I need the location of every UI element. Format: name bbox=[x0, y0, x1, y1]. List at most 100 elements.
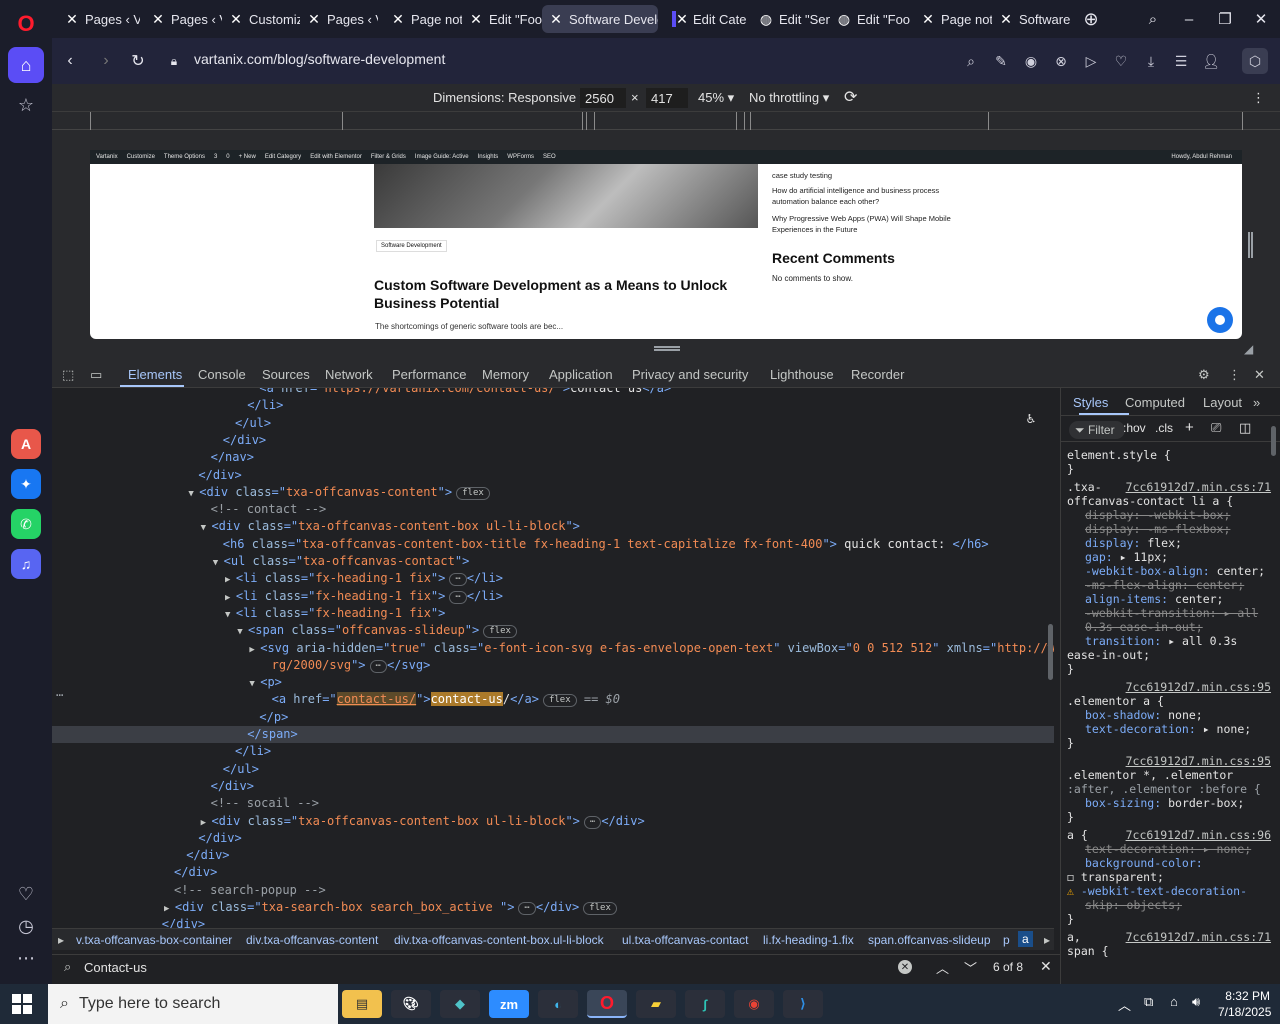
close-devtools-icon[interactable]: ✕ bbox=[1254, 367, 1265, 383]
property-name[interactable]: box-sizing: bbox=[1085, 796, 1168, 810]
tab[interactable]: ◍ Edit "Sen bbox=[752, 5, 830, 33]
file-explorer-icon[interactable]: ▤ bbox=[342, 990, 382, 1018]
paint-icon[interactable]: ⎚ bbox=[1211, 420, 1221, 436]
throttling-dropdown[interactable]: No throttling ▾ bbox=[749, 90, 829, 106]
close-window-button[interactable]: ✕ bbox=[1246, 6, 1276, 32]
resize-handle-right[interactable] bbox=[1248, 232, 1253, 258]
property-value[interactable]: ▸ 11px; bbox=[1120, 550, 1168, 564]
tab-layout[interactable]: Layout bbox=[1203, 395, 1242, 410]
expand-toggle-icon[interactable]: ▼ bbox=[188, 489, 199, 499]
find-previous-icon[interactable]: ︿ bbox=[936, 958, 949, 977]
tab-computed[interactable]: Computed bbox=[1125, 395, 1185, 410]
recent-post-link[interactable]: Why Progressive Web Apps (PWA) Will Shap… bbox=[772, 213, 972, 235]
property-value[interactable]: ▸ all 0.3s bbox=[1168, 634, 1237, 648]
send-icon[interactable]: ▷ bbox=[1080, 50, 1102, 72]
hov-toggle[interactable]: :hov bbox=[1123, 421, 1146, 435]
reload-button[interactable]: ↻ bbox=[125, 48, 151, 74]
breadcrumb-item[interactable]: div.txa-offcanvas-content bbox=[246, 933, 378, 947]
expand-toggle-icon[interactable]: ▼ bbox=[213, 558, 224, 568]
property-value[interactable]: ease-in-out; bbox=[1067, 648, 1150, 662]
search-page-icon[interactable]: ⌕ bbox=[960, 50, 982, 72]
post-thumbnail[interactable] bbox=[374, 164, 758, 228]
overridden-text[interactable]: display: -ms-flexbox; bbox=[1085, 522, 1230, 536]
maximize-button[interactable]: ❐ bbox=[1210, 6, 1240, 32]
rotate-icon[interactable]: ⟳ bbox=[844, 87, 857, 107]
aria-icon[interactable]: A bbox=[11, 429, 41, 459]
property-value[interactable]: border-box; bbox=[1168, 796, 1244, 810]
styles-scrollbar[interactable] bbox=[1271, 426, 1276, 456]
download-icon[interactable]: ⤓ bbox=[1140, 50, 1162, 72]
zoom-dropdown[interactable]: 45% ▾ bbox=[698, 90, 734, 106]
tab-sources[interactable]: Sources bbox=[262, 367, 310, 382]
expand-toggle-icon[interactable]: ▶ bbox=[225, 593, 236, 603]
more-actions-icon[interactable]: ⋯ bbox=[56, 688, 63, 702]
property-value[interactable]: ▸ none; bbox=[1203, 722, 1251, 736]
dom-node-line[interactable]: </div> bbox=[52, 778, 1054, 795]
more-tabs-icon[interactable]: » bbox=[1253, 395, 1260, 410]
property-name[interactable]: align-items: bbox=[1085, 592, 1175, 606]
dom-node-line[interactable]: </ul> bbox=[52, 761, 1054, 778]
stylesheet-link[interactable]: 7cc61912d7.min.css:71 bbox=[1126, 480, 1271, 494]
device-toggle-icon[interactable]: ▭ bbox=[90, 367, 102, 383]
chat-widget-icon[interactable] bbox=[1207, 307, 1233, 333]
more-icon[interactable]: ⋯ bbox=[8, 940, 44, 976]
search-tabs-icon[interactable]: ⌕ bbox=[1138, 6, 1168, 32]
home-icon[interactable]: ⌂ bbox=[8, 47, 44, 83]
category-badge[interactable]: Software Development bbox=[376, 240, 447, 252]
easy-setup-icon[interactable]: ☰ bbox=[1170, 50, 1192, 72]
dom-node-line[interactable]: ▶ <div class="txa-offcanvas-content-box … bbox=[52, 813, 1054, 830]
dom-node-line[interactable]: </nav> bbox=[52, 449, 1054, 466]
height-input[interactable]: 417 bbox=[646, 88, 688, 108]
clock[interactable]: 8:32 PM 7/18/2025 bbox=[1218, 988, 1271, 1020]
dom-node-line[interactable]: </div> bbox=[52, 916, 1054, 928]
breadcrumb-item-selected[interactable]: a bbox=[1018, 931, 1033, 947]
layout-badge[interactable]: flex bbox=[542, 694, 577, 708]
inspect-element-icon[interactable]: ⬚ bbox=[62, 367, 74, 383]
vscode-icon[interactable]: ⟩ bbox=[783, 990, 823, 1018]
heart-icon[interactable]: ♡ bbox=[1110, 50, 1132, 72]
settings-icon[interactable]: ⚙ bbox=[1198, 367, 1210, 383]
property-value[interactable]: none; bbox=[1168, 708, 1203, 722]
dom-node-line[interactable]: rg/2000/svg"> ⋯ </svg> bbox=[52, 657, 1054, 674]
dom-node-line[interactable]: <!-- contact --> bbox=[52, 501, 1054, 518]
tab-network[interactable]: Network bbox=[325, 367, 373, 382]
new-rule-icon[interactable]: + bbox=[1185, 419, 1194, 436]
dom-node-line[interactable]: ▼ <div class="txa-offcanvas-content"> fle… bbox=[52, 484, 1054, 501]
overridden-text[interactable]: display: -webkit-box; bbox=[1085, 508, 1230, 522]
property-name[interactable]: display: bbox=[1085, 536, 1147, 550]
dom-node-line[interactable]: </div> bbox=[52, 847, 1054, 864]
breadcrumb-item[interactable]: li.fx-heading-1.fix bbox=[763, 933, 854, 947]
dom-node-line[interactable]: </li> bbox=[52, 743, 1054, 760]
cls-toggle[interactable]: .cls bbox=[1155, 421, 1173, 435]
tab[interactable]: ✕Pages ‹ V bbox=[144, 5, 222, 33]
dom-node-line[interactable]: ▼ <p> bbox=[52, 674, 1054, 691]
overridden-text[interactable]: text-decoration: ▸ none; bbox=[1085, 842, 1251, 856]
website-preview[interactable]: Vartanix Customize Theme Options 3 0 + N… bbox=[90, 150, 1242, 339]
volume-icon[interactable]: 🔊︎ bbox=[1192, 994, 1200, 1010]
expand-toggle-icon[interactable]: ▼ bbox=[249, 679, 260, 689]
recent-post-link[interactable]: How do artificial intelligence and busin… bbox=[772, 185, 972, 207]
dom-node-line[interactable]: <a href="contact-us/">contact-us/</a> fle… bbox=[52, 691, 1054, 708]
opera-taskbar-icon[interactable]: O bbox=[587, 990, 627, 1018]
tab-lighthouse[interactable]: Lighthouse bbox=[770, 367, 834, 382]
expand-toggle-icon[interactable]: ▼ bbox=[201, 523, 212, 533]
stylesheet-link[interactable]: 7cc61912d7.min.css:95 bbox=[1126, 680, 1271, 694]
accessibility-icon[interactable]: ♿︎ bbox=[1020, 408, 1042, 430]
admin-bar-item[interactable]: Vartanix bbox=[96, 154, 118, 160]
dom-node-line[interactable]: <!-- socail --> bbox=[52, 795, 1054, 812]
expand-toggle-icon[interactable]: ▶ bbox=[249, 645, 260, 655]
tab-console[interactable]: Console bbox=[198, 367, 246, 382]
breadcrumb-item[interactable]: p bbox=[1003, 933, 1010, 947]
tab[interactable]: ✕Pages ‹ V bbox=[300, 5, 378, 33]
overridden-text[interactable]: -ms-flex-align: center; bbox=[1085, 578, 1244, 592]
app-icon[interactable]: ◆ bbox=[440, 990, 480, 1018]
dom-node-line[interactable]: ▼ <div class="txa-offcanvas-content-box … bbox=[52, 518, 1054, 535]
edit-icon[interactable]: ✎ bbox=[990, 50, 1012, 72]
opera-menu-icon[interactable]: O bbox=[8, 6, 44, 42]
tab[interactable]: ✕ Software bbox=[992, 5, 1072, 33]
app-icon[interactable]: ʃ bbox=[685, 990, 725, 1018]
admin-bar-howdy[interactable]: Howdy, Abdul Rehman bbox=[1171, 154, 1232, 160]
star-icon[interactable]: ☆ bbox=[8, 87, 44, 123]
property-name[interactable]: box-shadow: bbox=[1085, 708, 1168, 722]
dom-node-line[interactable]: <a href="https://vartanix.com/contact-us… bbox=[52, 388, 1054, 397]
